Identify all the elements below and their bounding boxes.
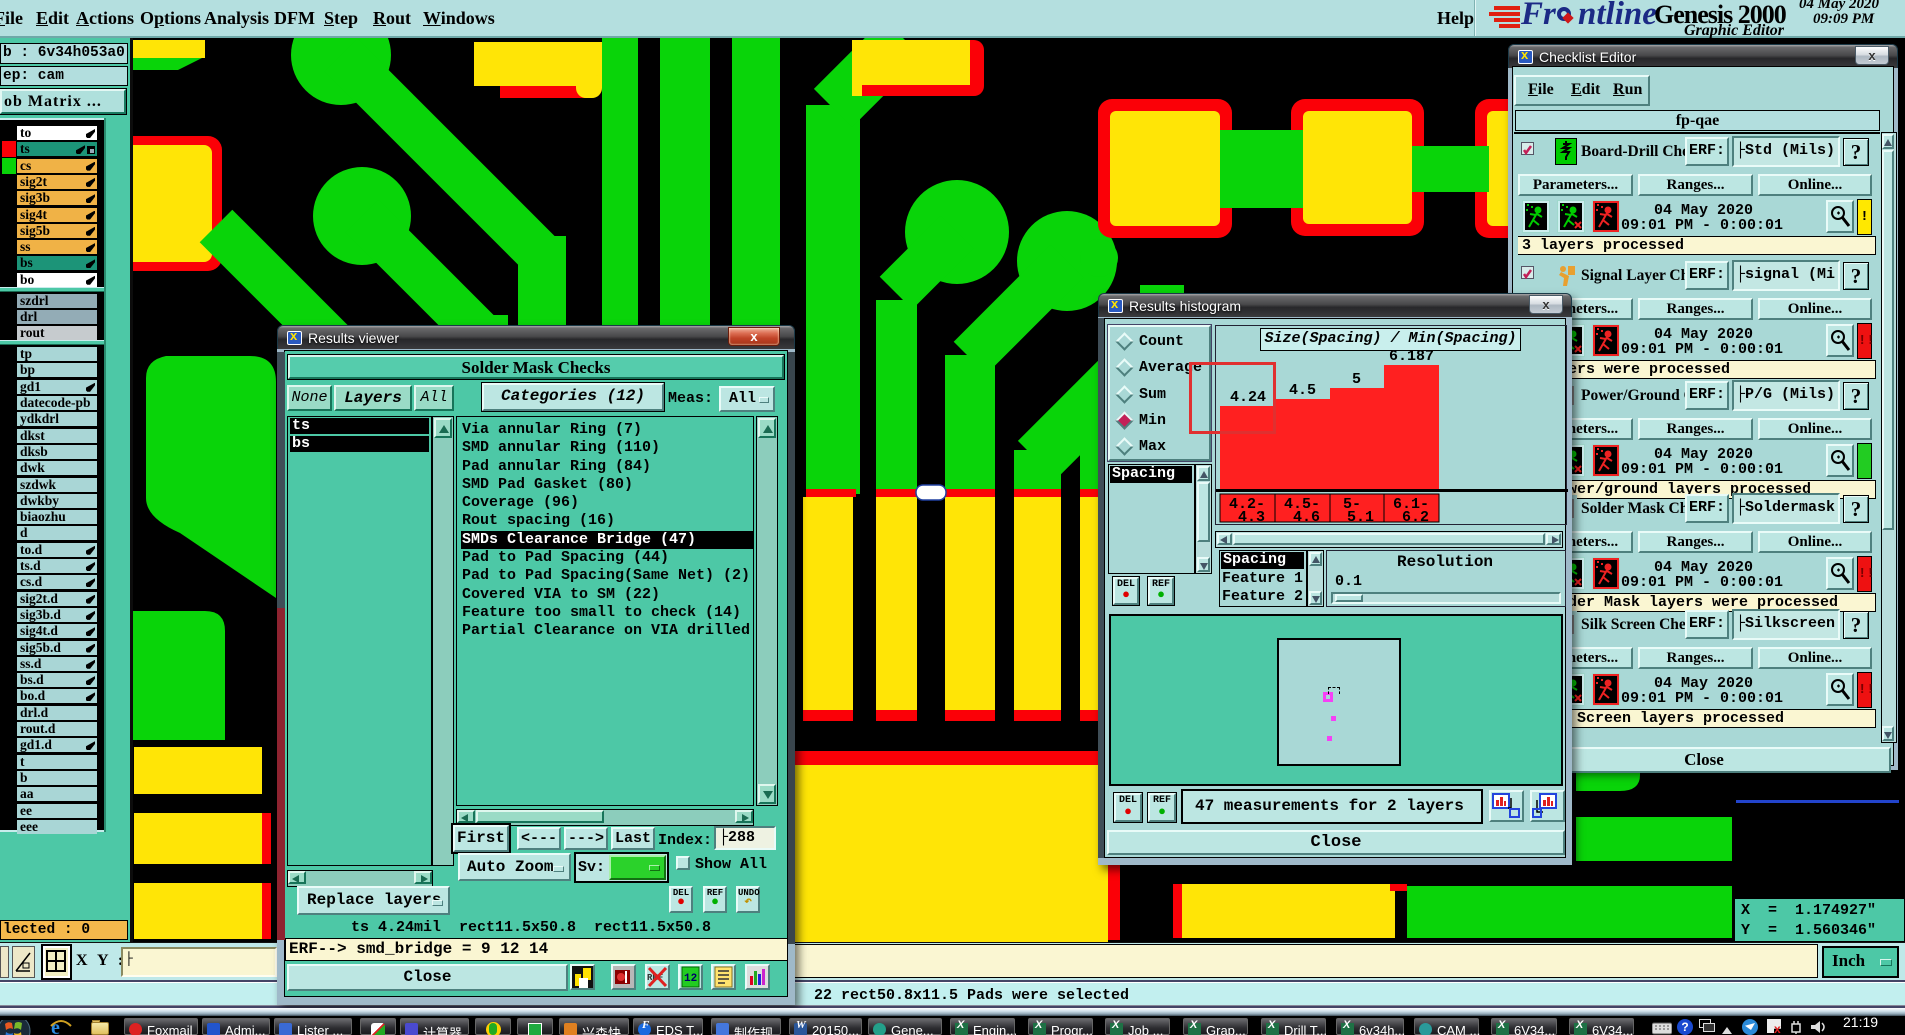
svg-text:4.5: 4.5: [1289, 382, 1316, 399]
svg-text:4.3: 4.3: [1238, 509, 1265, 526]
svg-text:6.2: 6.2: [1402, 509, 1429, 526]
svg-text:4.6: 4.6: [1293, 509, 1320, 526]
svg-text:5: 5: [1352, 371, 1361, 388]
svg-text:12: 12: [684, 973, 697, 985]
svg-text:5.1: 5.1: [1347, 509, 1374, 526]
svg-text:6.187: 6.187: [1389, 348, 1434, 365]
